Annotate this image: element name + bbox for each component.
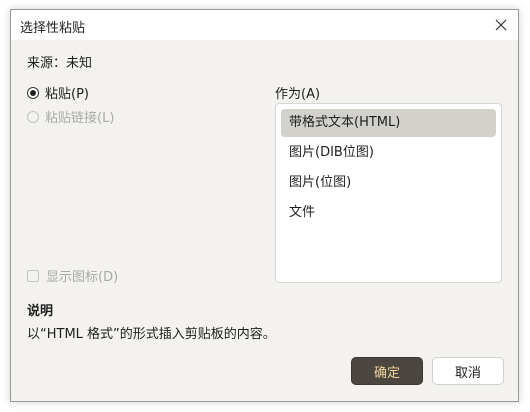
list-item-bitmap[interactable]: 图片(位图) (281, 169, 496, 197)
list-item-file[interactable]: 文件 (281, 199, 496, 227)
close-button[interactable] (488, 12, 514, 38)
paste-radio-label: 粘贴(P) (45, 87, 89, 102)
title-bar: 选择性粘贴 (11, 10, 518, 40)
close-icon (495, 19, 507, 31)
paste-radio-option[interactable]: 粘贴(P) (27, 83, 89, 102)
cancel-button[interactable]: 取消 (432, 357, 504, 385)
paste-link-radio-option: 粘贴链接(L) (27, 107, 114, 126)
source-text: 来源：未知 (27, 56, 93, 71)
list-item-html[interactable]: 带格式文本(HTML) (281, 109, 496, 137)
radio-selected-dot (30, 89, 36, 96)
show-icon-label: 显示图标(D) (46, 270, 119, 285)
show-icon-checkbox (27, 269, 39, 282)
as-label: 作为(A) (275, 87, 321, 102)
description-text: 以“HTML 格式”的形式插入剪贴板的内容。 (27, 327, 276, 342)
paste-link-radio-button (27, 110, 39, 123)
show-icon-checkbox-option: 显示图标(D) (27, 266, 118, 285)
paste-special-dialog: 选择性粘贴 来源：未知 粘贴(P) 粘贴链接(L) 显示图标(D) 作为(A) … (10, 9, 519, 402)
as-format-list[interactable]: 带格式文本(HTML) 图片(DIB位图) 图片(位图) 文件 (275, 103, 502, 283)
paste-link-radio-label: 粘贴链接(L) (45, 111, 115, 126)
paste-radio-button[interactable] (27, 86, 39, 99)
list-item-dib-bitmap[interactable]: 图片(DIB位图) (281, 139, 496, 167)
ok-button[interactable]: 确定 (351, 357, 423, 385)
description-title: 说明 (27, 304, 54, 319)
dialog-title: 选择性粘贴 (20, 21, 86, 36)
